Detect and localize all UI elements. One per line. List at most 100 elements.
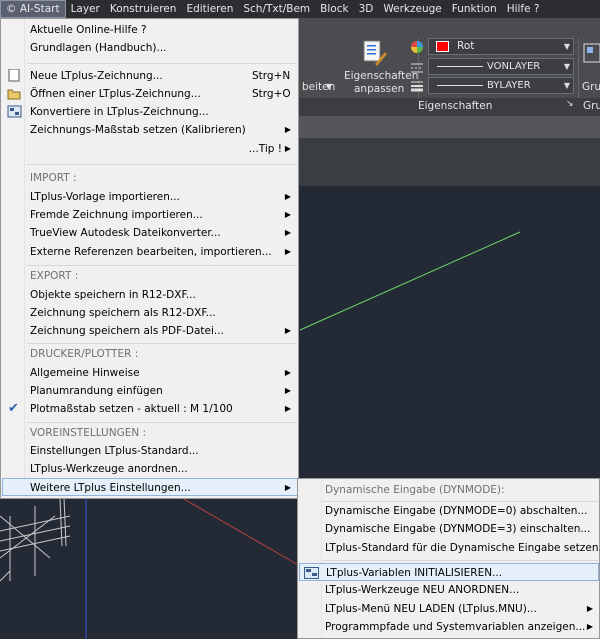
submenu-arrow-icon: ▶ xyxy=(284,386,291,395)
submenu-item-rearrange-tools[interactable]: LTplus-Werkzeuge NEU ANORDNEN... xyxy=(299,581,599,599)
submenu-arrow-icon: ▶ xyxy=(284,404,291,413)
menu-item-open-drawing[interactable]: Öffnen einer LTplus-Zeichnung... Strg+O xyxy=(2,85,298,103)
color-dropdown[interactable]: Rot ▼ xyxy=(428,38,574,55)
convert-icon xyxy=(7,105,22,118)
submenu-separator xyxy=(322,560,598,561)
menu-item-xrefs[interactable]: Externe Referenzen bearbeiten, importier… xyxy=(2,243,298,261)
color-wheel-icon xyxy=(410,40,424,54)
submenu-arrow-icon: ▶ xyxy=(284,247,291,256)
menu-item-shortcut: Strg+N xyxy=(252,70,291,82)
menu-item-plot-scale[interactable]: ✔ Plotmaßstab setzen - aktuell : M 1/100… xyxy=(2,400,298,418)
menu-item-more-settings[interactable]: Weitere LTplus Einstellungen... ▶ xyxy=(2,478,298,496)
menu-item-arrange-tools[interactable]: LTplus-Werkzeuge anordnen... xyxy=(2,460,298,478)
menu-header-label: IMPORT : xyxy=(30,172,77,184)
ai-start-menu: Aktuelle Online-Hilfe ? Grundlagen (Hand… xyxy=(0,18,299,499)
submenu-arrow-icon: ▶ xyxy=(284,192,291,201)
menu-header-printer: DRUCKER/PLOTTER : xyxy=(2,345,298,363)
menu-konstruieren[interactable]: Konstruieren xyxy=(105,0,182,18)
submenu-arrow-icon: ▶ xyxy=(586,604,593,613)
menu-item-import-template[interactable]: LTplus-Vorlage importieren... ▶ xyxy=(2,188,298,206)
more-settings-submenu: Dynamische Eingabe (DYNMODE): Dynamische… xyxy=(297,478,600,639)
lineweight-preview xyxy=(437,85,483,86)
lineweight-icon xyxy=(410,79,424,93)
group-label[interactable]: Grup xyxy=(582,81,600,93)
properties-adjust-icon[interactable] xyxy=(361,40,389,66)
menu-separator xyxy=(27,63,297,64)
menu-ai-start[interactable]: © AI-Start xyxy=(0,0,66,18)
linetype-icon xyxy=(410,60,424,74)
menu-item-tip[interactable]: ...Tip ! ▶ xyxy=(2,140,298,158)
submenu-item-dynmode-off[interactable]: Dynamische Eingabe (DYNMODE=0) abschalte… xyxy=(299,502,599,520)
submenu-item-label: LTplus-Werkzeuge NEU ANORDNEN... xyxy=(325,584,520,596)
menu-item-label: Weitere LTplus Einstellungen... xyxy=(30,482,191,494)
menu-3d[interactable]: 3D xyxy=(354,0,379,18)
menu-item-plan-border[interactable]: Planumrandung einfügen ▶ xyxy=(2,382,298,400)
submenu-item-label: Dynamische Eingabe (DYNMODE=0) abschalte… xyxy=(325,505,588,517)
new-file-icon xyxy=(7,68,22,82)
submenu-item-program-paths[interactable]: Programmpfade und Systemvariablen anzeig… xyxy=(299,618,599,636)
chevron-down-icon: ▼ xyxy=(563,81,570,90)
linetype-preview xyxy=(437,66,483,67)
lineweight-value: BYLAYER xyxy=(487,80,531,91)
menu-item-label: Grundlagen (Handbuch)... xyxy=(30,42,167,54)
menu-item-set-scale[interactable]: Zeichnungs-Maßstab setzen (Kalibrieren) … xyxy=(2,121,298,139)
submenu-arrow-icon: ▶ xyxy=(586,622,593,631)
menu-item-label: Öffnen einer LTplus-Zeichnung... xyxy=(30,88,201,100)
menu-separator xyxy=(27,422,297,423)
red-axis-line xyxy=(169,490,301,567)
menu-hilfe[interactable]: Hilfe ? xyxy=(502,0,545,18)
open-folder-icon xyxy=(7,87,22,100)
properties-adjust-label-1[interactable]: Eigenschaften xyxy=(344,70,418,82)
submenu-item-dynmode-standard[interactable]: LTplus-Standard für die Dynamische Einga… xyxy=(299,539,600,557)
submenu-header-dynmode: Dynamische Eingabe (DYNMODE): xyxy=(299,481,599,499)
lineweight-dropdown[interactable]: BYLAYER ▼ xyxy=(428,77,574,94)
menu-item-import-foreign[interactable]: Fremde Zeichnung importieren... ▶ xyxy=(2,206,298,224)
chevron-down-icon: ▼ xyxy=(563,62,570,71)
submenu-item-reload-menu[interactable]: LTplus-Menü NEU LADEN (LTplus.MNU)... ▶ xyxy=(299,600,599,618)
menu-item-online-help[interactable]: Aktuelle Online-Hilfe ? xyxy=(2,21,298,39)
checkmark-icon: ✔ xyxy=(8,401,19,416)
menu-header-preferences: VOREINSTELLUNGEN : xyxy=(2,424,298,442)
menu-item-label: Konvertiere in LTplus-Zeichnung... xyxy=(30,106,209,118)
menu-item-label: Plotmaßstab setzen - aktuell : M 1/100 xyxy=(30,403,233,415)
linetype-dropdown[interactable]: VONLAYER ▼ xyxy=(428,58,574,75)
submenu-item-init-variables[interactable]: LTplus-Variablen INITIALISIEREN... xyxy=(299,563,599,581)
menu-funktion[interactable]: Funktion xyxy=(447,0,502,18)
menu-header-export: EXPORT : xyxy=(2,267,298,285)
menu-item-manual[interactable]: Grundlagen (Handbuch)... xyxy=(2,39,298,57)
menu-separator xyxy=(27,343,297,344)
submenu-arrow-icon: ▶ xyxy=(284,368,291,377)
menu-item-save-pdf[interactable]: Zeichnung speichern als PDF-Datei... ▶ xyxy=(2,322,298,340)
menu-item-label: Neue LTplus-Zeichnung... xyxy=(30,70,163,82)
menu-item-convert[interactable]: Konvertiere in LTplus-Zeichnung... xyxy=(2,103,298,121)
menu-item-label: Objekte speichern in R12-DXF... xyxy=(30,289,196,301)
submenu-item-dynmode-on[interactable]: Dynamische Eingabe (DYNMODE=3) einschalt… xyxy=(299,520,599,538)
expand-arrow-icon[interactable]: ↘ xyxy=(566,99,574,109)
menu-layer[interactable]: Layer xyxy=(66,0,105,18)
menu-item-label: Planumrandung einfügen xyxy=(30,385,163,397)
menu-item-save-drawing-dxf[interactable]: Zeichnung speichern als R12-DXF... xyxy=(2,304,298,322)
menu-sch-txt-bem[interactable]: Sch/Txt/Bem xyxy=(238,0,315,18)
green-line xyxy=(299,231,521,331)
menu-item-label: ...Tip ! xyxy=(248,143,282,155)
chevron-down-icon: ▼ xyxy=(563,42,570,51)
linetype-value: VONLAYER xyxy=(487,61,541,72)
menu-header-label: VOREINSTELLUNGEN : xyxy=(30,427,147,439)
menu-item-standard-settings[interactable]: Einstellungen LTplus-Standard... xyxy=(2,442,298,460)
menu-item-trueview[interactable]: TrueView Autodesk Dateikonverter... ▶ xyxy=(2,224,298,242)
menu-editieren[interactable]: Editieren xyxy=(181,0,238,18)
properties-adjust-label-2[interactable]: anpassen xyxy=(354,83,404,95)
menu-item-save-objects-dxf[interactable]: Objekte speichern in R12-DXF... xyxy=(2,286,298,304)
menu-item-label: Zeichnungs-Maßstab setzen (Kalibrieren) xyxy=(30,124,246,136)
menu-item-general-notes[interactable]: Allgemeine Hinweise ▶ xyxy=(2,364,298,382)
menu-item-new-drawing[interactable]: Neue LTplus-Zeichnung... Strg+N xyxy=(2,67,298,85)
menu-werkzeuge[interactable]: Werkzeuge xyxy=(378,0,446,18)
submenu-arrow-icon: ▶ xyxy=(284,210,291,219)
properties-panel-title: Eigenschaften xyxy=(418,100,493,112)
chevron-down-icon[interactable]: ▼ xyxy=(326,82,332,91)
menu-block[interactable]: Block xyxy=(315,0,353,18)
menu-item-label: Aktuelle Online-Hilfe ? xyxy=(30,24,147,36)
submenu-arrow-icon: ▶ xyxy=(284,326,291,335)
submenu-arrow-icon: ▶ xyxy=(284,228,291,237)
group-icon[interactable] xyxy=(582,42,600,68)
